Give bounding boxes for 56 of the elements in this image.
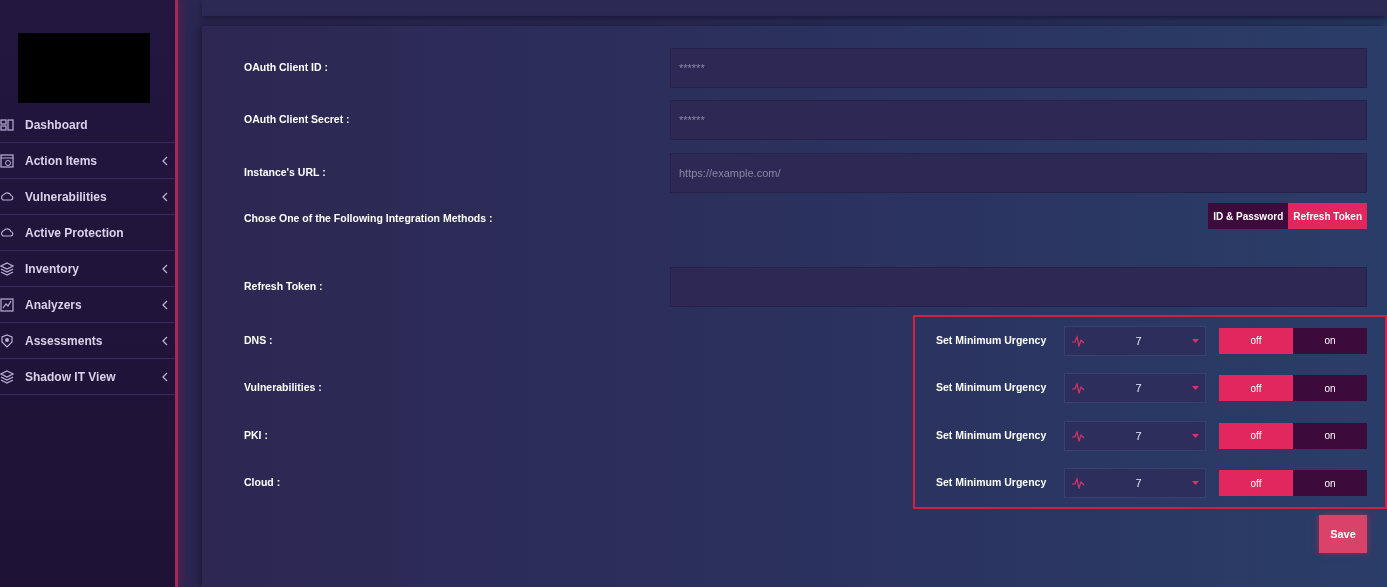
toggle-option[interactable]: on bbox=[1293, 327, 1367, 354]
field-label: Vulnerabilities : bbox=[244, 380, 323, 396]
sidebar-item[interactable]: Vulnerabilities bbox=[0, 179, 175, 215]
sidebar-item[interactable]: Dashboard bbox=[0, 107, 175, 143]
input-field[interactable]: ****** bbox=[670, 100, 1367, 140]
pulse-icon bbox=[1071, 334, 1085, 347]
dashboard-icon bbox=[0, 117, 14, 132]
field-label: Cloud : bbox=[244, 475, 282, 491]
cloud-icon bbox=[0, 189, 14, 204]
sidebar-item[interactable]: Inventory bbox=[0, 251, 175, 287]
sidebar-item[interactable]: Analyzers bbox=[0, 287, 175, 323]
toggle-option[interactable]: off bbox=[1219, 327, 1293, 354]
toggle-option[interactable]: off bbox=[1219, 422, 1293, 449]
urgency-select[interactable]: 7 bbox=[1064, 420, 1206, 451]
field-label: Chose One of the Following Integration Methods : bbox=[244, 211, 494, 226]
toggle-option[interactable]: ID & Password bbox=[1208, 203, 1289, 229]
input-field[interactable]: https://example.com/ bbox=[670, 153, 1367, 193]
urgency-select[interactable]: 7 bbox=[1064, 468, 1206, 499]
input-field[interactable] bbox=[670, 267, 1367, 307]
caret-icon bbox=[1192, 386, 1199, 391]
toggle-option[interactable]: off bbox=[1219, 470, 1293, 497]
sidebar-item[interactable]: Assessments bbox=[0, 323, 175, 359]
chart-icon bbox=[0, 297, 14, 312]
field-label: Instance's URL : bbox=[244, 165, 327, 181]
setting-label: Set Minimum Urgency bbox=[936, 332, 1048, 348]
toggle-option[interactable]: Refresh Token bbox=[1288, 203, 1367, 229]
pulse-icon bbox=[1071, 477, 1085, 490]
toggle-option[interactable]: on bbox=[1293, 375, 1367, 402]
pulse-icon bbox=[1071, 382, 1085, 395]
urgency-select[interactable]: 7 bbox=[1064, 325, 1206, 356]
stack-icon bbox=[0, 369, 14, 384]
setting-label: Set Minimum Urgency bbox=[936, 380, 1048, 396]
caret-icon bbox=[1192, 481, 1199, 486]
stack-icon bbox=[0, 261, 14, 276]
urgency-select[interactable]: 7 bbox=[1064, 373, 1206, 404]
sidebar-item[interactable]: Shadow IT View bbox=[0, 359, 175, 395]
toggle-option[interactable]: off bbox=[1219, 375, 1293, 402]
field-label: Refresh Token : bbox=[244, 279, 324, 295]
toggle-option[interactable]: on bbox=[1293, 470, 1367, 497]
setting-label: Set Minimum Urgency bbox=[936, 475, 1048, 491]
setting-label: Set Minimum Urgency bbox=[936, 427, 1048, 443]
window-icon bbox=[0, 153, 14, 168]
field-label: OAuth Client Secret : bbox=[244, 112, 351, 128]
pulse-icon bbox=[1071, 429, 1085, 442]
caret-icon bbox=[1192, 433, 1199, 438]
field-label: PKI : bbox=[244, 427, 269, 443]
sidebar-item[interactable]: Active Protection bbox=[0, 215, 175, 251]
sidebar-item[interactable]: Action Items bbox=[0, 143, 175, 179]
save-button[interactable]: Save bbox=[1319, 515, 1367, 553]
cloud-icon bbox=[0, 225, 14, 240]
input-field[interactable]: ****** bbox=[670, 48, 1367, 88]
toggle-option[interactable]: on bbox=[1293, 422, 1367, 449]
field-label: DNS : bbox=[244, 332, 274, 348]
field-label: OAuth Client ID : bbox=[244, 60, 329, 76]
shield-icon bbox=[0, 333, 14, 348]
caret-icon bbox=[1192, 338, 1199, 343]
